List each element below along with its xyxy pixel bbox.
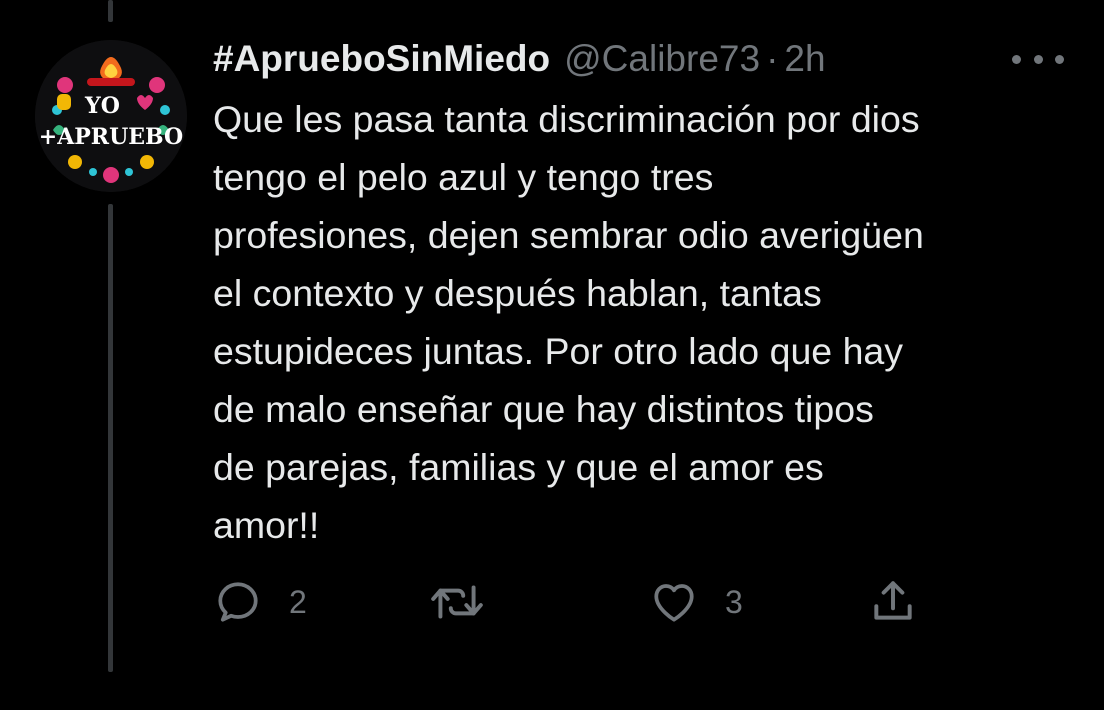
more-dot <box>1033 54 1043 64</box>
like-count: 3 <box>725 583 743 620</box>
share-button[interactable] <box>868 574 918 630</box>
tweet-text: Que les pasa tanta discriminación por di… <box>213 98 924 546</box>
tweet-header: #AprueboSinMiedo @Calibre73 · 2h <box>213 36 826 82</box>
avatar-text-yo: YO <box>84 93 120 119</box>
more-options-icon[interactable] <box>1012 44 1064 74</box>
thread-line-bottom <box>108 204 113 672</box>
more-dot <box>1055 54 1064 64</box>
tweet-time[interactable]: 2h <box>784 38 825 80</box>
reply-icon <box>218 582 258 622</box>
share-icon <box>874 581 912 620</box>
heart-icon <box>654 584 694 622</box>
more-dot <box>1012 54 1021 64</box>
separator-dot: · <box>766 38 779 79</box>
display-name[interactable]: #AprueboSinMiedo <box>213 38 550 80</box>
like-button[interactable]: 3 <box>649 574 743 630</box>
avatar[interactable]: YO +APRUEBO <box>35 40 187 192</box>
thread-line-top <box>108 0 113 22</box>
avatar-text-apruebo: +APRUEBO <box>39 124 183 150</box>
reply-button[interactable]: 2 <box>213 574 307 630</box>
avatar-image: YO +APRUEBO <box>35 40 187 192</box>
user-handle[interactable]: @Calibre73 <box>564 38 760 80</box>
retweet-button[interactable] <box>428 574 486 630</box>
reply-count: 2 <box>289 583 307 620</box>
retweet-icon <box>431 585 483 619</box>
